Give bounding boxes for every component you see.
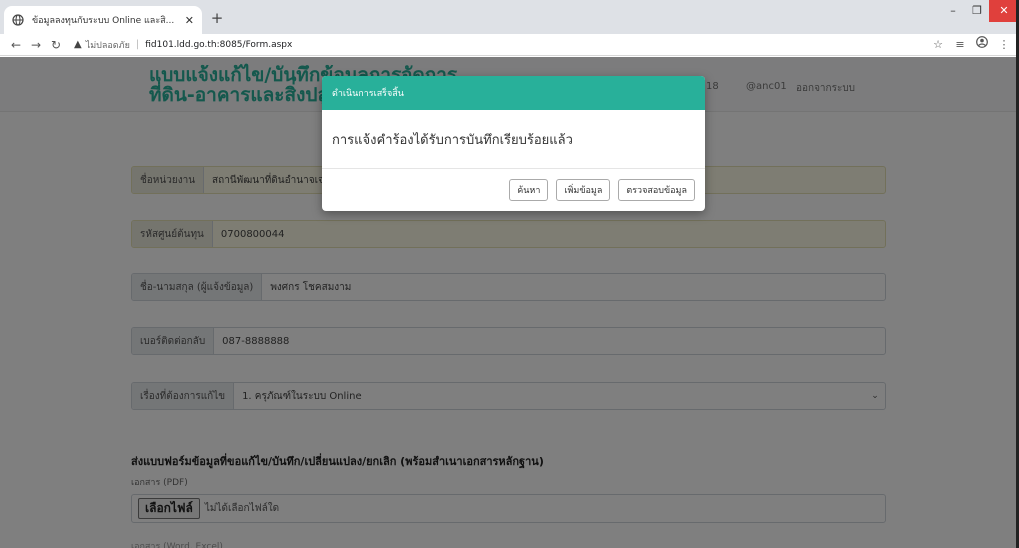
window-controls: – ❐ ✕ — [941, 0, 1019, 22]
star-icon[interactable]: ☆ — [929, 36, 947, 54]
modal-header: ดำเนินการเสร็จสิ้น — [322, 76, 705, 110]
media-queue-icon[interactable]: ≡ — [951, 36, 969, 54]
profile-icon[interactable] — [973, 36, 991, 54]
window-close-icon[interactable]: ✕ — [989, 0, 1019, 22]
toolbar-actions: ☆ ≡ ⋮ — [925, 36, 1013, 54]
warning-icon: ▲ — [74, 39, 82, 50]
tab-title: ข้อมูลลงทุนกับระบบ Online และสิ... — [32, 16, 175, 26]
globe-icon — [12, 14, 24, 26]
reload-icon[interactable]: ↻ — [48, 37, 64, 53]
url-separator: | — [135, 39, 140, 50]
search-button[interactable]: ค้นหา — [509, 179, 549, 201]
check-data-button[interactable]: ตรวจสอบข้อมูล — [618, 179, 695, 201]
forward-arrow-icon[interactable]: → — [28, 37, 44, 53]
browser-toolbar: ← → ↻ ▲ ไม่ปลอดภัย | fid101.ldd.go.th:80… — [0, 34, 1019, 56]
browser-tab[interactable]: ข้อมูลลงทุนกับระบบ Online และสิ... ✕ — [4, 6, 202, 34]
url-text: fid101.ldd.go.th:8085/Form.aspx — [145, 39, 293, 50]
success-modal: ดำเนินการเสร็จสิ้น การแจ้งคำร้องได้รับกา… — [322, 76, 705, 211]
modal-footer: ค้นหา เพิ่มข้อมูล ตรวจสอบข้อมูล — [322, 169, 705, 211]
add-data-button[interactable]: เพิ่มข้อมูล — [556, 179, 611, 201]
tab-close-icon[interactable]: ✕ — [185, 14, 194, 27]
new-tab-button[interactable]: + — [208, 9, 226, 27]
minimize-icon[interactable]: – — [941, 0, 965, 22]
address-bar[interactable]: ▲ ไม่ปลอดภัย | fid101.ldd.go.th:8085/For… — [74, 36, 954, 54]
maximize-icon[interactable]: ❐ — [965, 0, 989, 22]
modal-message: การแจ้งคำร้องได้รับการบันทึกเรียบร้อยแล้… — [332, 132, 573, 148]
modal-body: การแจ้งคำร้องได้รับการบันทึกเรียบร้อยแล้… — [322, 110, 705, 169]
browser-tabstrip: ข้อมูลลงทุนกับระบบ Online และสิ... ✕ + –… — [0, 0, 1019, 34]
modal-title: ดำเนินการเสร็จสิ้น — [332, 89, 404, 99]
security-label: ไม่ปลอดภัย — [85, 40, 130, 51]
back-arrow-icon[interactable]: ← — [8, 37, 24, 53]
kebab-menu-icon[interactable]: ⋮ — [995, 36, 1013, 54]
